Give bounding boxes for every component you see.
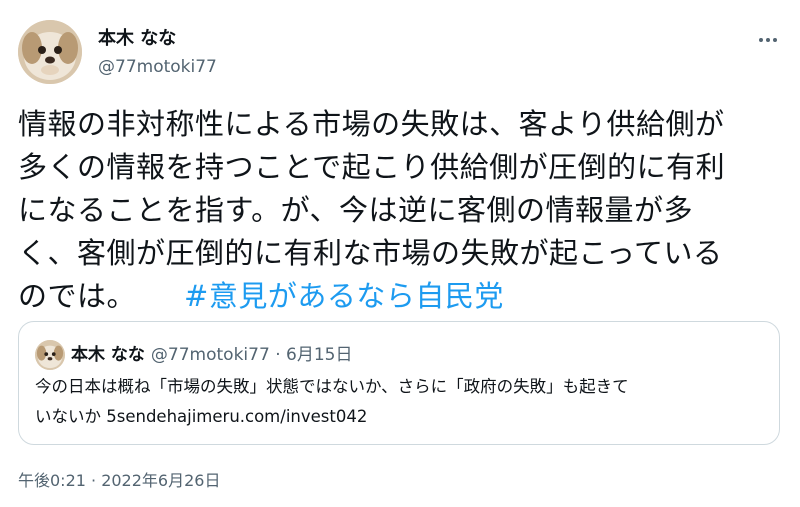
tweet-text-line: 多くの情報を持つことで起こり供給側が圧倒的に有利 (18, 150, 726, 184)
tweet-timestamp[interactable]: 午後0:21 · 2022年6月26日 (18, 470, 220, 492)
quoted-tweet-text: 今の日本は概ね「市場の失敗」状態ではないか、さらに「政府の失敗」も起きて いない… (35, 372, 765, 432)
tweet-text-tail: のでは。 (18, 279, 137, 313)
tweet-text-line: になることを指す。が、今は逆に客側の情報量が多 (18, 193, 694, 227)
quoted-text-line: 今の日本は概ね「市場の失敗」状態ではないか、さらに「政府の失敗」も起きて (35, 377, 629, 396)
author-avatar[interactable] (18, 20, 82, 84)
dog-avatar-icon (35, 340, 65, 370)
tweet-text-line: 情報の非対称性による市場の失敗は、客より供給側が (18, 107, 725, 141)
more-horizontal-icon (758, 38, 779, 42)
tweet-text: 情報の非対称性による市場の失敗は、客より供給側が 多くの情報を持つことで起こり供… (18, 103, 778, 318)
dog-avatar-icon (18, 20, 82, 84)
quoted-separator: · (275, 345, 281, 365)
hashtag-link[interactable]: #意見があるなら自民党 (184, 279, 504, 313)
quoted-author-avatar (35, 340, 65, 370)
author-display-name[interactable]: 本木 なな (98, 28, 176, 50)
quoted-author-name: 本木 なな (71, 345, 145, 365)
tweet-text-line: く、客側が圧倒的に有利な市場の失敗が起こっている (18, 236, 723, 270)
quoted-tweet-header: 本木 なな @77motoki77 · 6月15日 (71, 344, 352, 366)
quoted-author-handle: @77motoki77 (150, 345, 270, 365)
quoted-text-line: いないか 5sendehajimeru.com/invest042 (35, 407, 368, 426)
author-handle[interactable]: @77motoki77 (98, 56, 217, 78)
tweet-text-last-line: のでは。 #意見があるなら自民党 (18, 275, 778, 318)
quoted-tweet-card[interactable]: 本木 なな @77motoki77 · 6月15日 今の日本は概ね「市場の失敗」状… (18, 321, 780, 445)
quoted-date: 6月15日 (286, 345, 353, 365)
more-options-button[interactable] (754, 26, 782, 54)
